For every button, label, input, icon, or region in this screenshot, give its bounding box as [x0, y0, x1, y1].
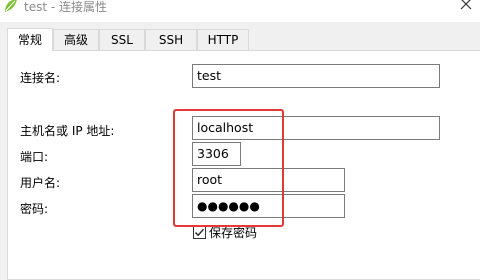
username-label: 用户名:: [20, 176, 61, 190]
password-input[interactable]: ●●●●●●: [192, 194, 345, 218]
tab-general[interactable]: 常规: [7, 28, 53, 51]
tab-ssh[interactable]: SSH: [145, 29, 197, 50]
save-password-checkbox[interactable]: [193, 226, 206, 239]
tab-http[interactable]: HTTP: [197, 29, 249, 50]
connection-name-input[interactable]: test: [192, 64, 440, 88]
save-password-label: 保存密码: [209, 226, 258, 240]
username-input[interactable]: root: [192, 168, 345, 192]
navicat-leaf-icon: [2, 0, 20, 15]
tab-advanced[interactable]: 高级: [53, 29, 99, 50]
check-icon: [195, 228, 205, 237]
close-icon[interactable]: [458, 0, 474, 12]
tab-ssl[interactable]: SSL: [99, 29, 145, 50]
password-label: 密码:: [20, 202, 49, 216]
port-label: 端口:: [20, 150, 49, 164]
title-bar: test - 连接属性: [0, 0, 480, 22]
host-label: 主机名或 IP 地址:: [20, 124, 115, 138]
window-title: test - 连接属性: [24, 0, 108, 14]
host-input[interactable]: localhost: [192, 116, 440, 140]
connection-name-label: 连接名:: [20, 71, 61, 85]
port-input[interactable]: 3306: [192, 142, 241, 166]
